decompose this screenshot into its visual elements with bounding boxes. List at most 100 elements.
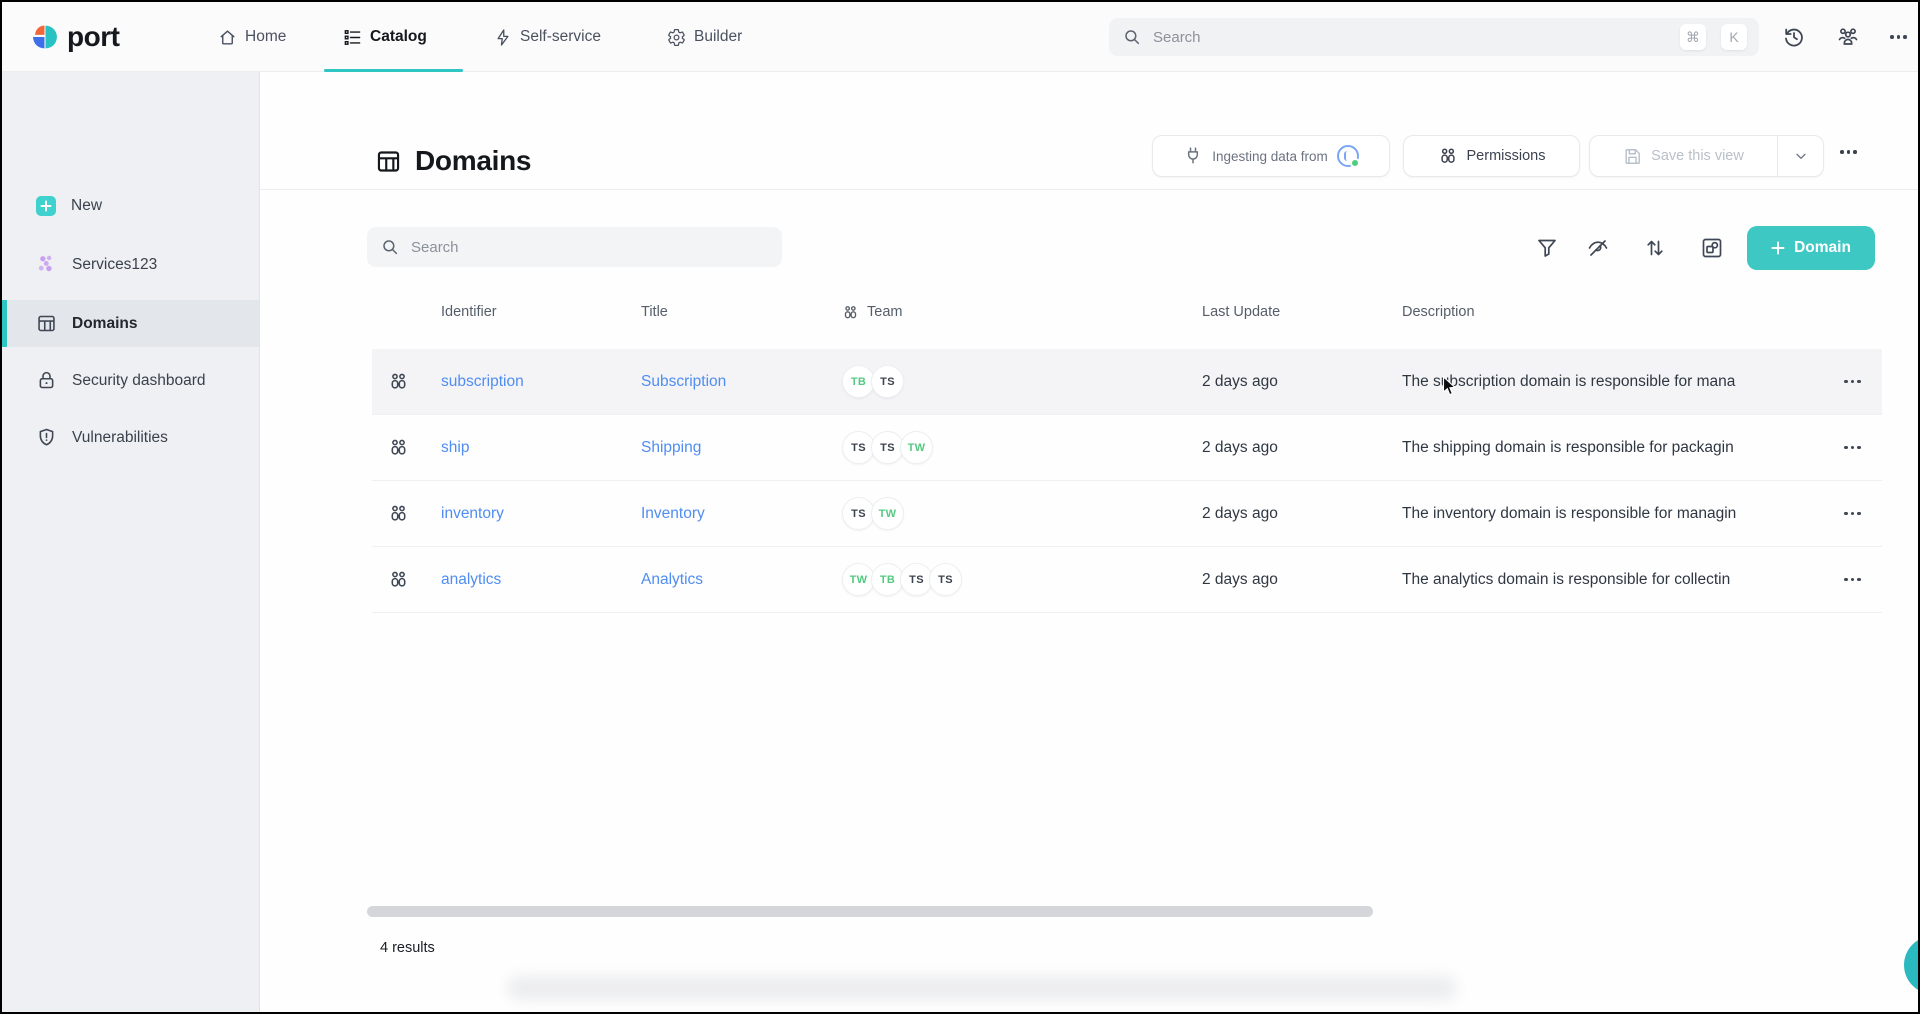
shield-alert-icon <box>36 427 57 448</box>
nav-label: Home <box>245 28 286 46</box>
sidebar-item-label: Vulnerabilities <box>72 429 168 447</box>
sidebar-item-label: New <box>71 197 102 215</box>
ingesting-label: Ingesting data from <box>1212 149 1328 164</box>
column-header-description[interactable]: Description <box>1402 297 1475 327</box>
floppy-icon <box>1623 147 1642 166</box>
nav-label: Builder <box>694 28 742 46</box>
sidebar-item-domains[interactable]: Domains <box>2 300 259 347</box>
identifier-link[interactable]: analytics <box>441 571 501 589</box>
column-header-title[interactable]: Title <box>641 297 668 327</box>
history-icon[interactable] <box>1782 25 1806 49</box>
title-link[interactable]: Analytics <box>641 571 703 589</box>
blueprint-people-icon <box>388 547 409 612</box>
team-badge: TS <box>871 365 904 398</box>
save-view-button[interactable]: Save this view <box>1590 136 1777 176</box>
integration-logo-icon <box>1337 145 1359 167</box>
horizontal-scrollbar[interactable] <box>367 906 1373 917</box>
last-update-value: 2 days ago <box>1202 415 1278 480</box>
title-link[interactable]: Shipping <box>641 439 701 457</box>
identifier-link[interactable]: inventory <box>441 505 504 523</box>
row-more-icon[interactable] <box>1844 481 1861 546</box>
row-more-icon[interactable] <box>1844 547 1861 612</box>
column-header-team[interactable]: Team <box>842 297 902 327</box>
global-search-input[interactable] <box>1151 28 1665 47</box>
last-update-value: 2 days ago <box>1202 349 1278 414</box>
chevron-down-icon <box>1793 148 1809 164</box>
nav-item-catalog[interactable]: Catalog <box>343 2 427 72</box>
table-search[interactable] <box>367 227 782 267</box>
permissions-button[interactable]: Permissions <box>1403 135 1580 177</box>
nav-item-builder[interactable]: Builder <box>667 2 742 72</box>
search-icon <box>1123 28 1141 46</box>
sidebar-item-new[interactable]: New <box>2 182 259 229</box>
table-header-row: Identifier Title Team Last Update Descri… <box>372 297 1878 327</box>
title-link[interactable]: Inventory <box>641 505 705 523</box>
description-value: The analytics domain is responsible for … <box>1402 547 1834 612</box>
sidebar-item-label: Security dashboard <box>72 372 206 390</box>
row-more-icon[interactable] <box>1844 415 1861 480</box>
filter-icon[interactable] <box>1535 236 1559 260</box>
title-link[interactable]: Subscription <box>641 373 726 391</box>
blueprint-people-icon <box>388 481 409 546</box>
lock-icon <box>36 370 57 391</box>
identifier-link[interactable]: ship <box>441 439 469 457</box>
global-search[interactable]: ⌘ K <box>1109 18 1759 56</box>
permissions-label: Permissions <box>1467 148 1546 164</box>
identifier-link[interactable]: subscription <box>441 373 524 391</box>
table-grid-icon <box>36 313 57 334</box>
page-title: Domains <box>375 145 531 177</box>
team-badges: TSTSTW <box>842 415 933 480</box>
table-body: subscription Subscription TBTS 2 days ag… <box>372 349 1882 613</box>
save-view-split-button: Save this view <box>1589 135 1824 177</box>
column-header-identifier[interactable]: Identifier <box>441 297 497 327</box>
bottom-shadow <box>507 976 1457 1000</box>
team-badge: TW <box>900 431 933 464</box>
page-more-icon[interactable] <box>1840 150 1857 154</box>
sidebar-item-label: Domains <box>72 315 137 333</box>
description-value: The inventory domain is responsible for … <box>1402 481 1834 546</box>
row-more-icon[interactable] <box>1844 349 1861 414</box>
topbar-more-icon[interactable] <box>1890 35 1907 39</box>
nav-item-self-service[interactable]: Self-service <box>494 2 601 72</box>
table-search-input[interactable] <box>409 238 768 257</box>
logo-text: port <box>67 21 119 53</box>
organization-icon[interactable] <box>1836 25 1860 49</box>
app-screen: port Home Catalog <box>0 0 1920 1014</box>
sort-icon[interactable] <box>1643 236 1667 260</box>
last-update-value: 2 days ago <box>1202 547 1278 612</box>
team-badges: TBTS <box>842 349 904 414</box>
sidebar-item-label: Services123 <box>72 256 157 274</box>
main-content: Domains Ingesting data from Permissions <box>260 72 1918 1012</box>
table-grid-icon <box>375 148 402 175</box>
status-dot <box>1350 158 1360 168</box>
description-value: The shipping domain is responsible for p… <box>1402 415 1834 480</box>
catalog-icon <box>343 28 362 47</box>
ingesting-data-button[interactable]: Ingesting data from <box>1152 135 1390 177</box>
column-header-last-update[interactable]: Last Update <box>1202 297 1280 327</box>
add-domain-button[interactable]: Domain <box>1747 226 1875 270</box>
table-row[interactable]: analytics Analytics TWTBTSTS 2 days ago … <box>372 547 1882 613</box>
table-row[interactable]: subscription Subscription TBTS 2 days ag… <box>372 349 1882 415</box>
nav-label: Self-service <box>520 28 601 46</box>
chat-widget-button[interactable] <box>1904 936 1920 994</box>
blueprint-people-icon <box>388 349 409 414</box>
team-badge: TW <box>871 497 904 530</box>
k-keycap: K <box>1721 24 1747 50</box>
hide-columns-icon[interactable] <box>1586 236 1610 260</box>
group-by-icon[interactable] <box>1700 236 1724 260</box>
nav-item-home[interactable]: Home <box>218 2 286 72</box>
description-value: The subscription domain is responsible f… <box>1402 349 1834 414</box>
cmd-keycap: ⌘ <box>1680 24 1706 50</box>
port-logo[interactable]: port <box>32 2 119 72</box>
nav-label: Catalog <box>370 28 427 46</box>
save-view-dropdown[interactable] <box>1777 136 1823 176</box>
table-row[interactable]: ship Shipping TSTSTW 2 days ago The ship… <box>372 415 1882 481</box>
people-icon <box>1438 146 1458 166</box>
table-row[interactable]: inventory Inventory TSTW 2 days ago The … <box>372 481 1882 547</box>
lightning-icon <box>494 28 512 47</box>
sidebar-item-services123[interactable]: Services123 <box>2 241 259 288</box>
page-title-text: Domains <box>415 145 531 177</box>
search-icon <box>381 238 399 256</box>
sidebar-item-security-dashboard[interactable]: Security dashboard <box>2 357 259 404</box>
sidebar-item-vulnerabilities[interactable]: Vulnerabilities <box>2 414 259 461</box>
